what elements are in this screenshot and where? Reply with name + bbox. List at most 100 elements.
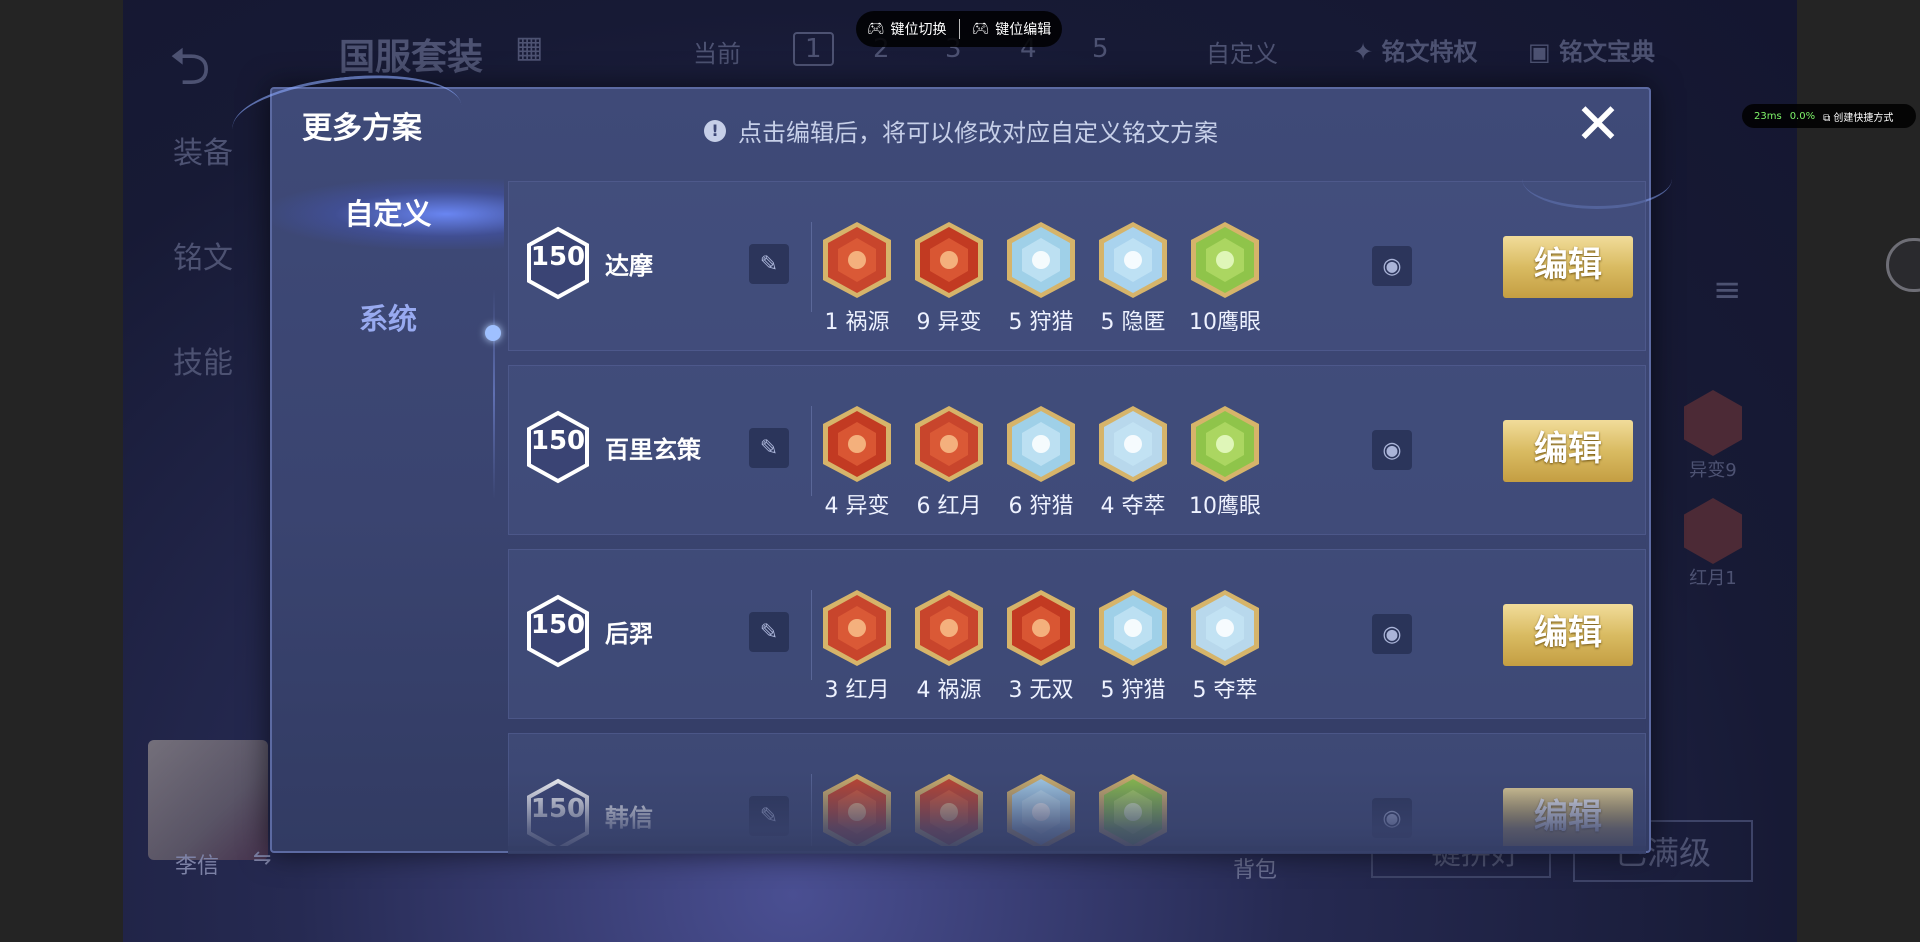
rune-label: 9 异变 — [916, 310, 982, 335]
perf-badge: 23ms 0.0% ⧉ 创建快捷方式 — [1742, 104, 1916, 128]
key-switch-label: 键位切换 — [890, 22, 947, 38]
rune-label: 4 祸源 — [916, 678, 982, 703]
rename-button[interactable]: ✎ — [749, 428, 789, 468]
rune-item: 3 无双 — [1005, 588, 1077, 704]
left-letterbox — [0, 0, 123, 942]
back-arrow-icon[interactable]: ⮌ — [169, 28, 211, 117]
hero-avatar[interactable] — [148, 740, 268, 860]
rune-gem-icon — [1099, 590, 1167, 666]
plan-level: 150 — [530, 610, 586, 640]
rune-item: 3 红月 — [821, 588, 893, 704]
custom-label[interactable]: 自定义 — [1206, 34, 1278, 69]
list-icon[interactable]: ≡ — [1713, 270, 1742, 310]
key-switch-button[interactable]: 🎮︎ 键位切换 — [867, 19, 947, 39]
menu-skills[interactable]: 技能 — [173, 338, 233, 382]
plan-level: 150 — [530, 426, 586, 456]
row-divider — [811, 590, 812, 680]
tab-indicator — [485, 325, 501, 341]
rename-button[interactable]: ✎ — [749, 244, 789, 284]
rune-gem-icon — [1007, 590, 1075, 666]
rune-gem-icon — [1007, 406, 1075, 482]
rename-button[interactable]: ✎ — [749, 612, 789, 652]
privilege-icon: ✦ — [1353, 38, 1382, 66]
edit-button[interactable]: 编辑 — [1503, 604, 1633, 666]
rune-label: 10鹰眼 — [1189, 494, 1261, 519]
plan-row[interactable]: 150 韩信 ✎ ◉ 编辑 — [508, 733, 1646, 846]
rune-item: 4 祸源 — [913, 588, 985, 704]
plan-level: 150 — [530, 794, 586, 824]
tab-divider — [493, 289, 495, 499]
rune-gem-icon — [915, 590, 983, 666]
privilege-label: 铭文特权 — [1381, 38, 1478, 66]
preview-button[interactable]: ◉ — [1372, 246, 1412, 286]
shortcut-icon: ⧉ — [1823, 112, 1834, 124]
rune-item: 10鹰眼 — [1189, 404, 1261, 520]
rune-item — [1097, 772, 1169, 846]
right-letterbox — [1797, 0, 1920, 942]
game-viewport: ⮌ 国服套装 ▦ 当前 1 2 3 4 5 自定义 ✦ 铭文特权 ▣ 铭文宝典 … — [123, 0, 1797, 942]
rune-label: 5 夺萃 — [1192, 678, 1258, 703]
edit-button[interactable]: 编辑 — [1503, 236, 1633, 298]
pencil-icon: ✎ — [759, 619, 779, 645]
plan-row[interactable]: 150 百里玄策 ✎ 4 异变 6 红月 6 狩猎 4 夺萃 10鹰眼 ◉ 编辑 — [508, 365, 1646, 535]
slot-5[interactable]: 5 — [1092, 34, 1109, 64]
grid-icon[interactable]: ▦ — [515, 30, 543, 65]
plan-list[interactable]: 150 达摩 ✎ 1 祸源 9 异变 5 狩猎 5 隐匿 10鹰眼 ◉ 编辑 150 百里玄策 ✎ 4 异… — [508, 181, 1646, 846]
rune-label: 5 狩猎 — [1100, 678, 1166, 703]
rune-item: 1 祸源 — [821, 220, 893, 336]
tab-custom[interactable]: 自定义 — [272, 179, 504, 249]
close-button[interactable]: ✕ — [1572, 97, 1624, 153]
rune-gem-icon — [915, 222, 983, 298]
rune-gem-icon — [915, 774, 983, 846]
key-toolbar: 🎮︎ 键位切换 🎮︎ 键位编辑 — [856, 11, 1062, 47]
pencil-icon: ✎ — [759, 435, 779, 461]
backpack-label[interactable]: 背包 — [1233, 852, 1277, 884]
plan-hero-name: 韩信 — [605, 804, 653, 832]
rune-item — [913, 772, 985, 846]
preview-button[interactable]: ◉ — [1372, 798, 1412, 838]
eye-icon: ◉ — [1382, 805, 1402, 831]
eye-icon: ◉ — [1382, 253, 1402, 279]
rename-button[interactable]: ✎ — [749, 796, 789, 836]
menu-runes[interactable]: 铭文 — [173, 233, 233, 277]
rune-label: 10鹰眼 — [1189, 310, 1261, 335]
dialog-tip-text: 点击编辑后，将可以修改对应自定义铭文方案 — [738, 119, 1218, 147]
menu-equipment[interactable]: 装备 — [173, 128, 233, 172]
rune-gem-icon — [1007, 774, 1075, 846]
plan-row[interactable]: 150 达摩 ✎ 1 祸源 9 异变 5 狩猎 5 隐匿 10鹰眼 ◉ 编辑 — [508, 181, 1646, 351]
plan-level: 150 — [530, 242, 586, 272]
shortcut-button[interactable]: ⧉ 创建快捷方式 — [1823, 109, 1893, 124]
rune-gem-icon — [1099, 222, 1167, 298]
row-divider — [811, 406, 812, 496]
slot-1[interactable]: 1 — [793, 32, 834, 66]
rune-list — [821, 772, 1169, 846]
eye-icon: ◉ — [1382, 621, 1402, 647]
rune-item — [1005, 772, 1077, 846]
privilege-button[interactable]: ✦ 铭文特权 — [1353, 32, 1477, 67]
dialog-title: 更多方案 — [302, 111, 422, 146]
edit-button[interactable]: 编辑 — [1503, 788, 1633, 846]
edit-button[interactable]: 编辑 — [1503, 420, 1633, 482]
loss-value: 0.0% — [1789, 110, 1816, 122]
rune-list: 4 异变 6 红月 6 狩猎 4 夺萃 10鹰眼 — [821, 404, 1261, 520]
swap-icon[interactable]: ⇋ — [253, 846, 271, 871]
pencil-icon: ✎ — [759, 251, 779, 277]
codex-icon: ▣ — [1528, 38, 1560, 66]
gamepad-icon: 🎮︎ — [866, 21, 885, 37]
rune-gem-icon — [1191, 222, 1259, 298]
rune-label: 3 无双 — [1008, 678, 1074, 703]
plan-row[interactable]: 150 后羿 ✎ 3 红月 4 祸源 3 无双 5 狩猎 5 夺萃 ◉ 编辑 — [508, 549, 1646, 719]
rune-item: 9 异变 — [913, 220, 985, 336]
rune-gem-icon — [1007, 222, 1075, 298]
key-edit-button[interactable]: 🎮︎ 键位编辑 — [972, 19, 1052, 39]
rune-gem-icon — [823, 406, 891, 482]
rune-label: 5 隐匿 — [1100, 310, 1166, 335]
codex-button[interactable]: ▣ 铭文宝典 — [1528, 32, 1655, 67]
preview-button[interactable]: ◉ — [1372, 614, 1412, 654]
rune-gem-icon — [1191, 406, 1259, 482]
rune-item: 5 狩猎 — [1097, 588, 1169, 704]
rune-gem-icon — [823, 222, 891, 298]
tab-system[interactable]: 系统 — [272, 284, 504, 354]
rune-item: 4 夺萃 — [1097, 404, 1169, 520]
preview-button[interactable]: ◉ — [1372, 430, 1412, 470]
